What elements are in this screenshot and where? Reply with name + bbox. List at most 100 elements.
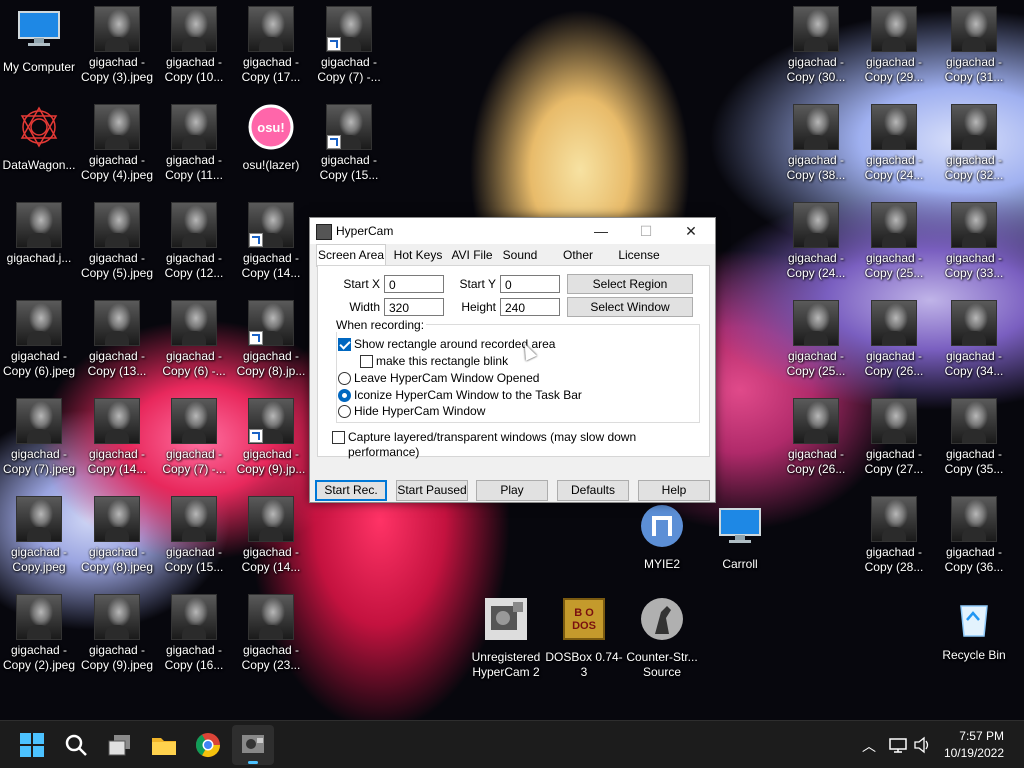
start-paused-button[interactable]: Start Paused [396, 480, 468, 501]
desktop-icon-gigachad-copy-15[interactable]: gigachad - Copy (15... [155, 492, 233, 575]
start-rec-button[interactable]: Start Rec. [315, 480, 387, 501]
desktop-icon-gigachad-j[interactable]: gigachad.j... [0, 198, 78, 266]
desktop-icon-gigachad-copy-14[interactable]: gigachad - Copy (14... [78, 394, 156, 477]
height-input[interactable]: 240 [500, 298, 560, 316]
start-x-input[interactable]: 0 [384, 275, 444, 293]
maximize-button[interactable]: ☐ [624, 218, 668, 244]
desktop-icon-gigachad-copy-34[interactable]: gigachad - Copy (34... [935, 296, 1013, 379]
start-icon[interactable] [18, 731, 46, 759]
close-button[interactable]: ✕ [669, 218, 713, 244]
desktop-icon-gigachad-copy-26[interactable]: gigachad - Copy (26... [855, 296, 933, 379]
desktop-icon-label: gigachad - Copy (5).jpeg [80, 251, 154, 280]
desktop-icon-gigachad-copy-25[interactable]: gigachad - Copy (25... [855, 198, 933, 281]
desktop-icon-gigachad-copy-3-jpeg[interactable]: gigachad - Copy (3).jpeg [78, 2, 156, 85]
desktop-icon-gigachad-copy-15[interactable]: gigachad - Copy (15... [310, 100, 388, 183]
clock-time[interactable]: 7:57 PM [944, 729, 1004, 743]
search-icon[interactable] [62, 731, 90, 759]
desktop-icon-gigachad-copy-26[interactable]: gigachad - Copy (26... [777, 394, 855, 477]
desktop-icon-gigachad-copy-9-jpeg[interactable]: gigachad - Copy (9).jpeg [78, 590, 156, 673]
desktop-icon-gigachad-copy-8-jp[interactable]: gigachad - Copy (8).jp... [232, 296, 310, 379]
tab-hot-keys[interactable]: Hot Keys [390, 245, 446, 265]
capture-layered-label[interactable]: Capture layered/transparent windows (may… [348, 430, 709, 459]
minimize-button[interactable]: — [579, 218, 623, 244]
tab-avi-file[interactable]: AVI File [449, 245, 495, 265]
desktop-icon-gigachad-copy-14[interactable]: gigachad - Copy (14... [232, 492, 310, 575]
desktop-icon-gigachad-copy-28[interactable]: gigachad - Copy (28... [855, 492, 933, 575]
task-view-icon[interactable] [106, 731, 134, 759]
desktop-icon-gigachad-copy-6-jpeg[interactable]: gigachad - Copy (6).jpeg [0, 296, 78, 379]
desktop-icon-my-computer[interactable]: My Computer [0, 2, 78, 75]
radio-iconize[interactable] [338, 389, 351, 402]
desktop-icon-gigachad-copy-23[interactable]: gigachad - Copy (23... [232, 590, 310, 673]
desktop-icon-gigachad-copy-2-jpeg[interactable]: gigachad - Copy (2).jpeg [0, 590, 78, 673]
desktop-icon-gigachad-copy-27[interactable]: gigachad - Copy (27... [855, 394, 933, 477]
radio-leave-opened-label[interactable]: Leave HyperCam Window Opened [354, 371, 539, 386]
desktop-icon-gigachad-copy-38[interactable]: gigachad - Copy (38... [777, 100, 855, 183]
volume-icon[interactable] [913, 736, 931, 754]
tab-screen-area[interactable]: Screen Area [316, 244, 386, 267]
defaults-button[interactable]: Defaults [557, 480, 629, 501]
width-input[interactable]: 320 [384, 298, 444, 316]
desktop-icon-gigachad-copy-17[interactable]: gigachad - Copy (17... [232, 2, 310, 85]
select-window-button[interactable]: Select Window [567, 297, 693, 317]
desktop-icon-osu-lazer[interactable]: osu! osu!(lazer) [232, 100, 310, 173]
desktop-icon-myie2[interactable]: MYIE2 [623, 499, 701, 572]
network-icon[interactable] [889, 736, 907, 754]
desktop-icon-gigachad-copy-24[interactable]: gigachad - Copy (24... [777, 198, 855, 281]
blink-label[interactable]: make this rectangle blink [376, 354, 508, 369]
radio-iconize-label[interactable]: Iconize HyperCam Window to the Task Bar [354, 388, 582, 403]
desktop-icon-gigachad-copy-9-jp[interactable]: gigachad - Copy (9).jp... [232, 394, 310, 477]
desktop-icon-gigachad-copy-8-jpeg[interactable]: gigachad - Copy (8).jpeg [78, 492, 156, 575]
show-rectangle-checkbox[interactable] [338, 338, 351, 351]
photo-icon [871, 496, 917, 542]
tab-other-options[interactable]: Other Options [542, 245, 614, 282]
radio-hide[interactable] [338, 405, 351, 418]
desktop-icon-gigachad-copy-4-jpeg[interactable]: gigachad - Copy (4).jpeg [78, 100, 156, 183]
desktop-icon-gigachad-copy-14[interactable]: gigachad - Copy (14... [232, 198, 310, 281]
radio-hide-label[interactable]: Hide HyperCam Window [354, 404, 485, 419]
radio-leave-opened[interactable] [338, 372, 351, 385]
clock-date[interactable]: 10/19/2022 [940, 746, 1004, 760]
capture-layered-checkbox[interactable] [332, 431, 345, 444]
chevron-up-icon[interactable]: ︿ [862, 736, 876, 756]
desktop-icon-counter-str-source[interactable]: Counter-Str... Source [623, 592, 701, 680]
play-button[interactable]: Play [476, 480, 548, 501]
photo-icon [326, 6, 372, 52]
title-bar[interactable]: HyperCam — ☐ ✕ [310, 218, 715, 244]
desktop-icon-gigachad-copy-31[interactable]: gigachad - Copy (31... [935, 2, 1013, 85]
desktop-icon-gigachad-copy-7[interactable]: gigachad - Copy (7) -... [155, 394, 233, 477]
select-region-button[interactable]: Select Region [567, 274, 693, 294]
desktop-icon-gigachad-copy-jpeg[interactable]: gigachad - Copy.jpeg [0, 492, 78, 575]
desktop-icon-gigachad-copy-5-jpeg[interactable]: gigachad - Copy (5).jpeg [78, 198, 156, 281]
desktop-icon-gigachad-copy-11[interactable]: gigachad - Copy (11... [155, 100, 233, 183]
desktop-icon-gigachad-copy-25[interactable]: gigachad - Copy (25... [777, 296, 855, 379]
desktop-icon-recycle-bin[interactable]: Recycle Bin [935, 590, 1013, 663]
desktop-icon-gigachad-copy-7[interactable]: gigachad - Copy (7) -... [310, 2, 388, 85]
start-y-input[interactable]: 0 [500, 275, 560, 293]
desktop-icon-gigachad-copy-16[interactable]: gigachad - Copy (16... [155, 590, 233, 673]
tab-license[interactable]: License [616, 245, 662, 265]
desktop-icon-unregistered-hypercam-2[interactable]: Unregistered HyperCam 2 [467, 592, 545, 680]
desktop-icon-gigachad-copy-6[interactable]: gigachad - Copy (6) -... [155, 296, 233, 379]
desktop-icon-gigachad-copy-35[interactable]: gigachad - Copy (35... [935, 394, 1013, 477]
hypercam-taskbar-button[interactable] [232, 725, 274, 765]
desktop-icon-gigachad-copy-10[interactable]: gigachad - Copy (10... [155, 2, 233, 85]
desktop-icon-gigachad-copy-32[interactable]: gigachad - Copy (32... [935, 100, 1013, 183]
desktop-icon-gigachad-copy-30[interactable]: gigachad - Copy (30... [777, 2, 855, 85]
desktop-icon-gigachad-copy-13[interactable]: gigachad - Copy (13... [78, 296, 156, 379]
chrome-icon[interactable] [194, 731, 222, 759]
blink-checkbox[interactable] [360, 355, 373, 368]
tab-sound[interactable]: Sound [498, 245, 542, 265]
desktop-icon-gigachad-copy-36[interactable]: gigachad - Copy (36... [935, 492, 1013, 575]
help-button[interactable]: Help [638, 480, 710, 501]
desktop-icon-gigachad-copy-7-jpeg[interactable]: gigachad - Copy (7).jpeg [0, 394, 78, 477]
desktop-icon-gigachad-copy-29[interactable]: gigachad - Copy (29... [855, 2, 933, 85]
file-explorer-icon[interactable] [150, 731, 178, 759]
desktop-icon-gigachad-copy-33[interactable]: gigachad - Copy (33... [935, 198, 1013, 281]
desktop-icon-dosbox-0-74-3[interactable]: B O DOS DOSBox 0.74-3 [545, 592, 623, 680]
hypercam-window[interactable]: HyperCam — ☐ ✕ Screen Area Hot Keys AVI … [309, 217, 716, 503]
desktop-icon-carroll[interactable]: Carroll [701, 499, 779, 572]
desktop-icon-gigachad-copy-24[interactable]: gigachad - Copy (24... [855, 100, 933, 183]
desktop-icon-gigachad-copy-12[interactable]: gigachad - Copy (12... [155, 198, 233, 281]
desktop-icon-datawagon[interactable]: DataWagon... [0, 100, 78, 173]
